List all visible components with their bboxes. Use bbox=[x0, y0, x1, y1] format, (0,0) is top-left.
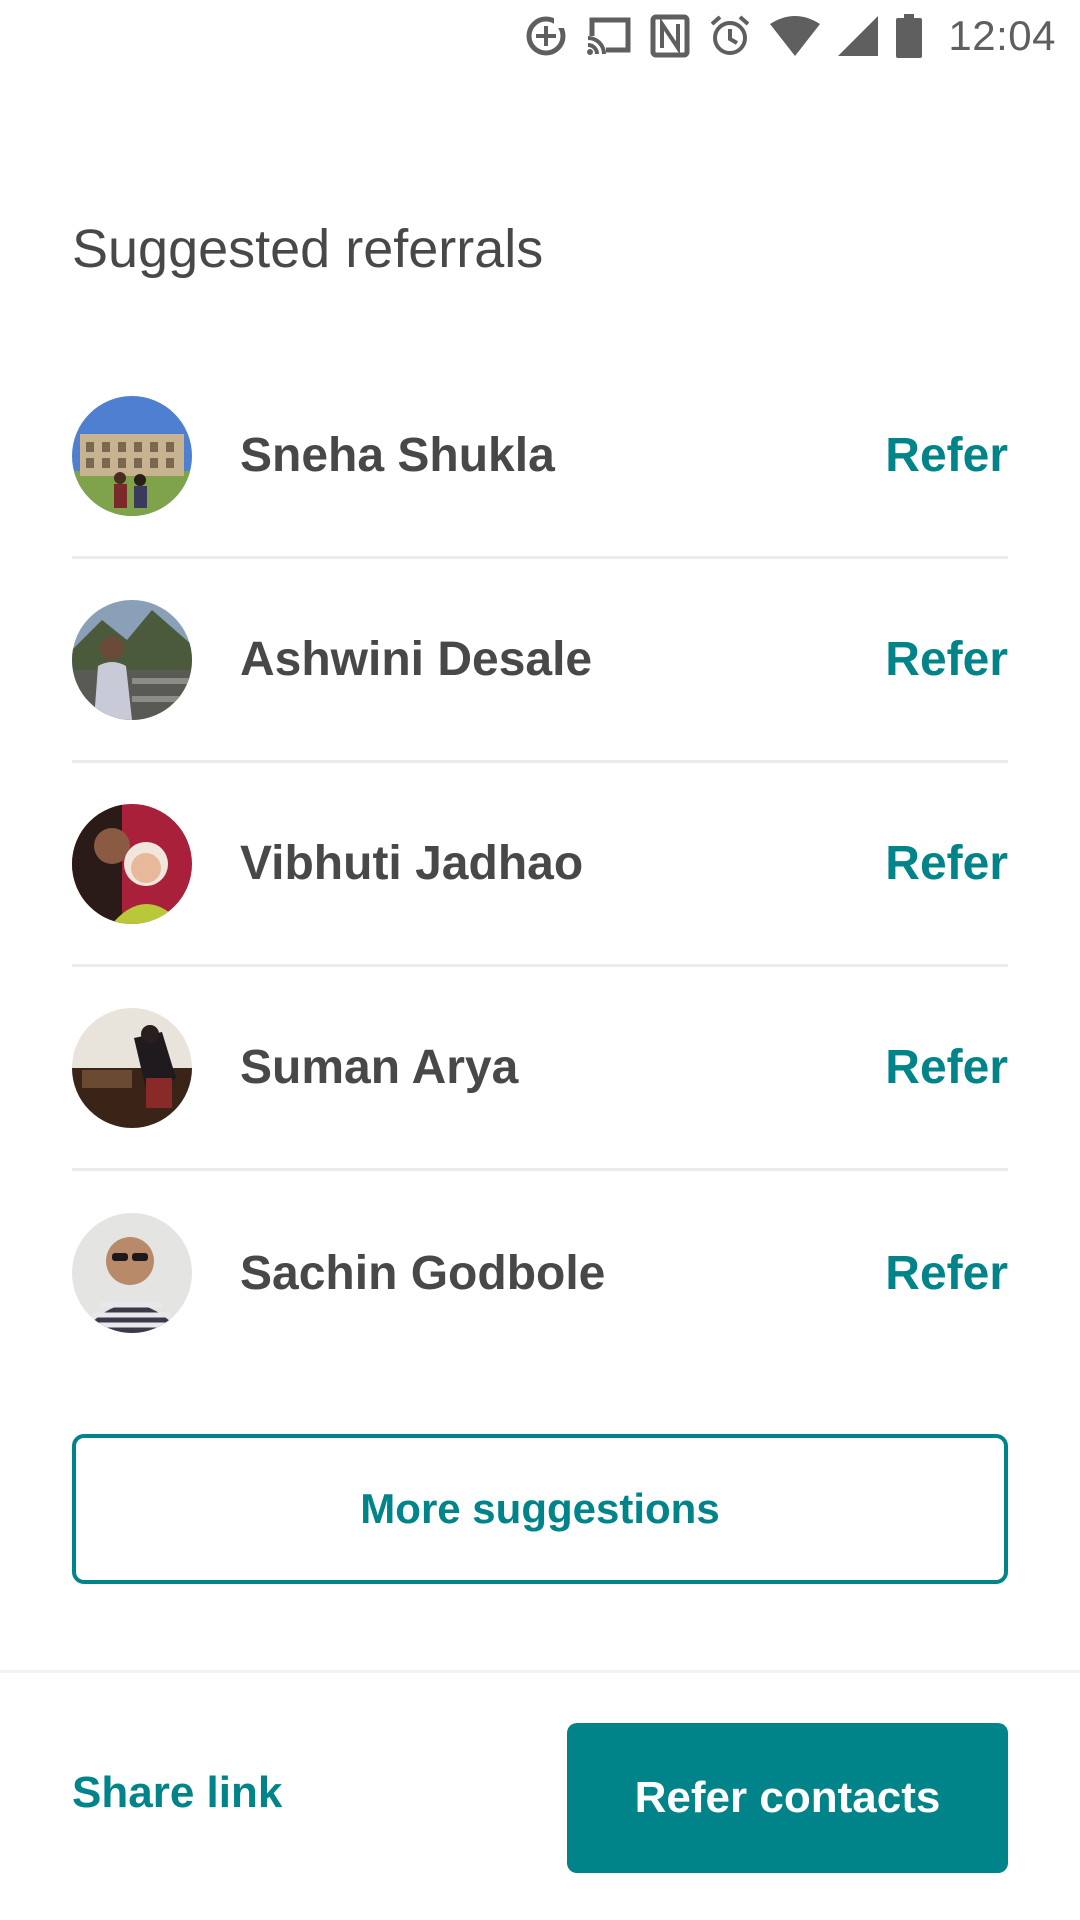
list-item: Vibhuti Jadhao Refer bbox=[72, 763, 1008, 967]
signal-icon bbox=[838, 16, 879, 56]
avatar bbox=[72, 803, 192, 924]
list-item: Sneha Shukla Refer bbox=[72, 355, 1008, 559]
contact-name: Sachin Godbole bbox=[240, 1246, 606, 1300]
wifi-icon bbox=[770, 16, 821, 56]
avatar bbox=[72, 599, 192, 720]
contact-name: Ashwini Desale bbox=[240, 633, 593, 686]
referral-list: Sneha Shukla Refer Ashwini Desale Refer bbox=[72, 355, 1008, 1375]
referral-screen: 12:04 Suggested referrals Sneha Shukla R… bbox=[0, 0, 1080, 1920]
list-item: Suman Arya Refer bbox=[72, 967, 1008, 1171]
contact-name: Suman Arya bbox=[240, 1041, 519, 1094]
refer-contacts-button[interactable]: Refer contacts bbox=[567, 1723, 1008, 1873]
page-title: Suggested referrals bbox=[72, 219, 544, 279]
refer-button[interactable]: Refer bbox=[885, 428, 1008, 483]
status-icons bbox=[524, 14, 923, 58]
status-bar: 12:04 bbox=[0, 0, 1080, 72]
battery-icon bbox=[896, 14, 923, 58]
share-link-button[interactable]: Share link bbox=[72, 1768, 282, 1818]
avatar bbox=[72, 395, 192, 516]
status-time: 12:04 bbox=[948, 12, 1056, 59]
refer-button[interactable]: Refer bbox=[885, 632, 1008, 687]
list-item: Sachin Godbole Refer bbox=[72, 1171, 1008, 1375]
list-item: Ashwini Desale Refer bbox=[72, 559, 1008, 763]
nfc-icon bbox=[650, 14, 690, 58]
more-suggestions-button[interactable]: More suggestions bbox=[72, 1434, 1008, 1584]
refer-button[interactable]: Refer bbox=[885, 1246, 1008, 1301]
data-saver-icon bbox=[526, 16, 567, 56]
contact-name: Vibhuti Jadhao bbox=[240, 837, 584, 890]
footer-divider bbox=[0, 1670, 1080, 1673]
contact-name: Sneha Shukla bbox=[240, 429, 555, 482]
avatar bbox=[72, 1007, 192, 1128]
cast-icon bbox=[586, 17, 631, 56]
refer-button[interactable]: Refer bbox=[885, 1040, 1008, 1095]
refer-button[interactable]: Refer bbox=[885, 836, 1008, 891]
avatar bbox=[72, 1213, 192, 1333]
alarm-icon bbox=[711, 15, 750, 55]
